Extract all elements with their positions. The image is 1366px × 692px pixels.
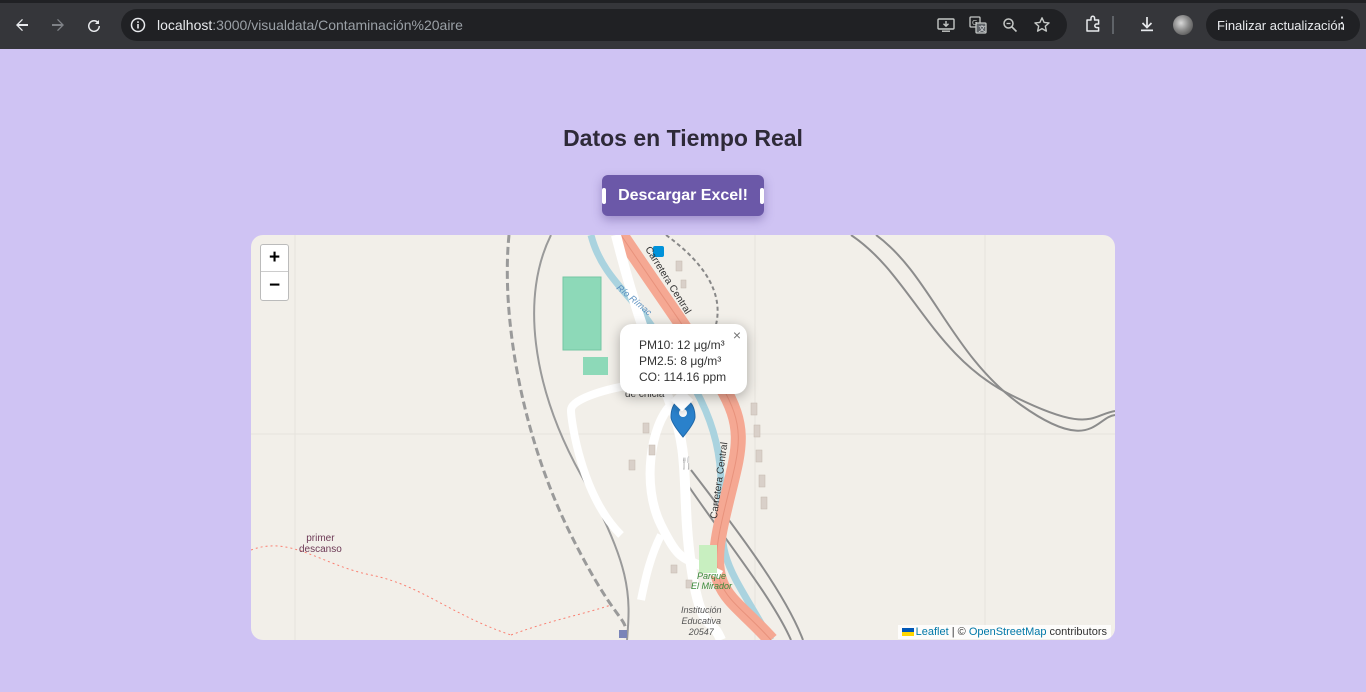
- svg-text:G: G: [972, 19, 977, 27]
- school-label: Institución Educativa 20547: [681, 605, 722, 638]
- tab-strip: [0, 0, 1366, 3]
- place-label-line1: primer: [306, 533, 335, 544]
- park-label-line2: El Mirador: [691, 581, 733, 591]
- toolbar-divider: [1112, 16, 1114, 34]
- url-text[interactable]: localhost:3000/visualdata/Contaminación%…: [157, 17, 463, 33]
- marker-popup: × PM10: 12 μg/m³ PM2.5: 8 μg/m³ CO: 114.…: [620, 324, 747, 394]
- osm-link[interactable]: OpenStreetMap: [969, 626, 1047, 638]
- map-attribution: Leaflet | © OpenStreetMap contributors: [897, 625, 1111, 639]
- extensions-icon[interactable]: [1081, 12, 1105, 36]
- attribution-contributors: contributors: [1046, 626, 1107, 638]
- browser-toolbar: localhost:3000/visualdata/Contaminación%…: [0, 0, 1366, 49]
- place-label-line2: descanso: [299, 544, 342, 555]
- translate-icon[interactable]: G文: [968, 15, 988, 35]
- school-label-line3: 20547: [688, 627, 714, 637]
- zoom-control: + −: [260, 244, 289, 301]
- update-button-label: Finalizar actualización: [1217, 17, 1345, 33]
- forward-arrow-icon[interactable]: [45, 12, 71, 38]
- back-arrow-icon[interactable]: [9, 12, 35, 38]
- svg-text:🍴: 🍴: [679, 456, 694, 470]
- co-reading: CO: 114.16 ppm: [639, 370, 727, 384]
- downloads-icon[interactable]: [1135, 12, 1159, 36]
- attribution-separator: | ©: [948, 626, 969, 638]
- ukraine-flag-icon: [901, 628, 914, 637]
- address-bar[interactable]: localhost:3000/visualdata/Contaminación%…: [121, 9, 1067, 41]
- pm10-reading: PM10: 12 μg/m³: [639, 338, 725, 352]
- zoom-in-button[interactable]: +: [261, 245, 288, 272]
- download-excel-button[interactable]: Descargar Excel!: [602, 175, 764, 216]
- zoom-icon[interactable]: [1000, 15, 1020, 35]
- place-label: primer descanso: [299, 533, 342, 555]
- pm25-reading: PM2.5: 8 μg/m³: [639, 354, 722, 368]
- popup-close-button[interactable]: ×: [733, 327, 741, 343]
- leaflet-map[interactable]: 🍴 Carretera Central Carretera Central Rí…: [251, 235, 1115, 640]
- profile-avatar[interactable]: [1173, 15, 1193, 35]
- site-info-icon[interactable]: [128, 15, 148, 35]
- update-browser-button[interactable]: Finalizar actualización ⋮: [1206, 9, 1360, 41]
- bookmark-star-icon[interactable]: [1032, 15, 1052, 35]
- park-label: Parque El Mirador: [691, 571, 732, 591]
- reload-icon[interactable]: [81, 12, 107, 38]
- park-label-line1: Parque: [696, 571, 727, 581]
- more-options-icon[interactable]: ⋮: [1334, 15, 1350, 33]
- page-title: Datos en Tiempo Real: [563, 125, 803, 151]
- leaflet-link[interactable]: Leaflet: [916, 626, 949, 638]
- install-app-icon[interactable]: [936, 15, 956, 35]
- svg-text:文: 文: [979, 24, 986, 33]
- url-host: localhost: [157, 17, 213, 33]
- zoom-out-button[interactable]: −: [261, 272, 288, 299]
- school-label-line2: Educativa: [681, 616, 722, 626]
- school-label-line1: Institución: [681, 605, 722, 615]
- url-path: :3000/visualdata/Contaminación%20aire: [212, 17, 463, 33]
